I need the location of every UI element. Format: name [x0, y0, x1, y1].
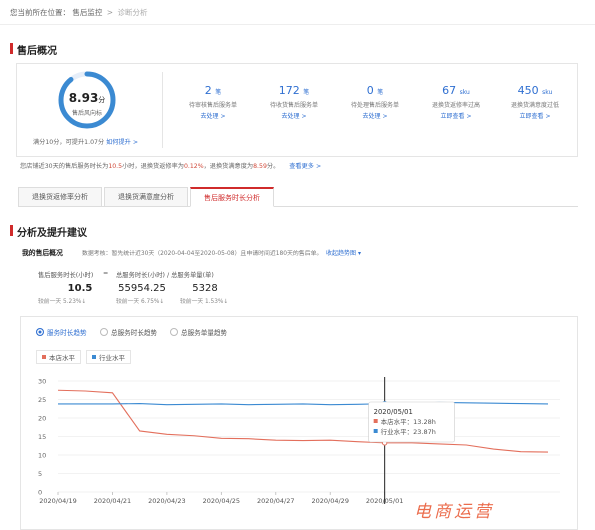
tooltip-date: 2020/05/01 [374, 408, 413, 416]
watermark-logo: 电商运营 [414, 502, 494, 522]
x-tick-label: 2020/04/27 [257, 497, 294, 505]
y-tick-label: 5 [38, 470, 42, 478]
tooltip-line: 行业水平：23.87h [381, 427, 436, 436]
y-tick-label: 25 [38, 396, 46, 404]
y-tick-label: 0 [38, 489, 42, 497]
y-tick-label: 10 [38, 452, 46, 460]
tooltip-swatch [373, 419, 378, 423]
x-tick-label: 2020/04/19 [39, 497, 76, 505]
trend-line-chart: 0 5 10 15 20 25 30 2020/04/19 2020/04/21 2020/04/… [38, 377, 560, 505]
y-tick-label: 15 [38, 433, 46, 441]
y-tick-label: 20 [38, 415, 46, 423]
industry-level-line [58, 401, 549, 406]
tooltip: 2020/05/01本店水平：13.28h行业水平：23.87h [368, 401, 455, 443]
x-tick-label: 2020/04/23 [148, 497, 185, 505]
x-tick-label: 2020/04/25 [203, 497, 240, 505]
tooltip-line: 本店水平：13.28h [381, 417, 436, 426]
x-tick-label: 2020/04/29 [311, 497, 348, 505]
tooltip-swatch [373, 429, 378, 433]
y-tick-label: 30 [38, 378, 46, 386]
x-tick-label: 2020/04/21 [94, 497, 131, 505]
